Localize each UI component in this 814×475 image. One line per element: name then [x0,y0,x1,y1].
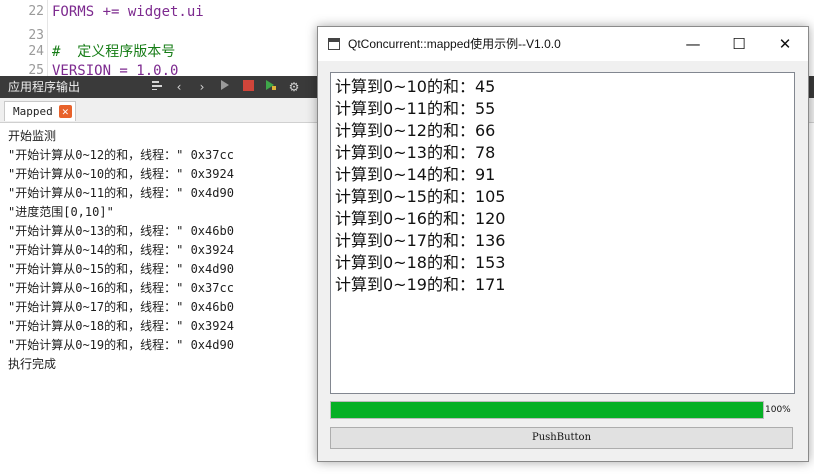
log-line: "开始计算从0~17的和，线程：" 0x46b0 [8,300,234,314]
log-line: 执行完成 [8,357,57,371]
output-pane-title: 应用程序输出 [8,80,81,94]
list-item[interactable]: 计算到0~12的和：66 [335,120,495,142]
app-window-icon [328,38,340,50]
close-button[interactable]: ✕ [762,27,808,61]
mapped-demo-window: QtConcurrent::mapped使用示例--V1.0.0 — ☐ ✕ 计… [317,26,809,462]
filter-icon[interactable] [148,78,166,96]
line-number: 25 [28,63,44,76]
code-text: VERSION = 1.0.0 [52,63,179,76]
list-item[interactable]: 计算到0~18的和：153 [335,252,506,274]
code-line: 22 FORMS += widget.ui [0,0,814,24]
log-line: "开始计算从0~14的和，线程：" 0x3924 [8,243,234,257]
log-line: "开始计算从0~11的和，线程：" 0x4d90 [8,186,234,200]
log-line: "开始计算从0~13的和，线程：" 0x46b0 [8,224,234,238]
minimize-button[interactable]: — [670,27,716,61]
log-line: "开始计算从0~15的和，线程：" 0x4d90 [8,262,234,276]
window-titlebar[interactable]: QtConcurrent::mapped使用示例--V1.0.0 — ☐ ✕ [318,27,808,61]
list-item[interactable]: 计算到0~17的和：136 [335,230,506,252]
output-log[interactable]: 开始监测 "开始计算从0~12的和，线程：" 0x37cc "开始计算从0~10… [0,123,320,475]
line-number: 22 [28,4,44,19]
push-button[interactable]: PushButton [330,427,793,449]
log-line: "开始计算从0~16的和，线程：" 0x37cc [8,281,234,295]
progress-bar [330,401,764,419]
tab-label: Mapped [13,105,53,118]
list-item[interactable]: 计算到0~19的和：171 [335,274,506,296]
maximize-button[interactable]: ☐ [716,27,762,61]
log-line: "开始计算从0~12的和，线程：" 0x37cc [8,148,234,162]
log-line: 开始监测 [8,129,57,143]
progress-fill [331,402,763,418]
log-line: "开始计算从0~10的和，线程：" 0x3924 [8,167,234,181]
list-item[interactable]: 计算到0~10的和：45 [335,76,495,98]
list-item[interactable]: 计算到0~13的和：78 [335,142,495,164]
log-line: "进度范围[0,10]" [8,205,114,219]
tab-mapped[interactable]: Mapped ✕ [4,101,76,121]
list-item[interactable]: 计算到0~14的和：91 [335,164,495,186]
debug-icon[interactable] [262,78,280,96]
close-icon[interactable]: ✕ [58,105,72,118]
log-line: "开始计算从0~18的和，线程：" 0x3924 [8,319,234,333]
results-list[interactable]: 计算到0~10的和：45 计算到0~11的和：55 计算到0~12的和：66 计… [330,72,795,394]
window-title: QtConcurrent::mapped使用示例--V1.0.0 [348,37,561,51]
run-icon[interactable] [216,78,234,96]
next-arrow-icon[interactable]: › [193,78,211,96]
prev-arrow-icon[interactable]: ‹ [170,78,188,96]
code-text: FORMS += widget.ui [52,4,204,20]
stop-icon[interactable] [239,78,257,96]
gear-icon[interactable]: ⚙ [285,78,303,96]
list-item[interactable]: 计算到0~15的和：105 [335,186,506,208]
progress-label: 100% [765,405,791,415]
list-item[interactable]: 计算到0~11的和：55 [335,98,495,120]
log-line: "开始计算从0~19的和，线程：" 0x4d90 [8,338,234,352]
list-item[interactable]: 计算到0~16的和：120 [335,208,506,230]
